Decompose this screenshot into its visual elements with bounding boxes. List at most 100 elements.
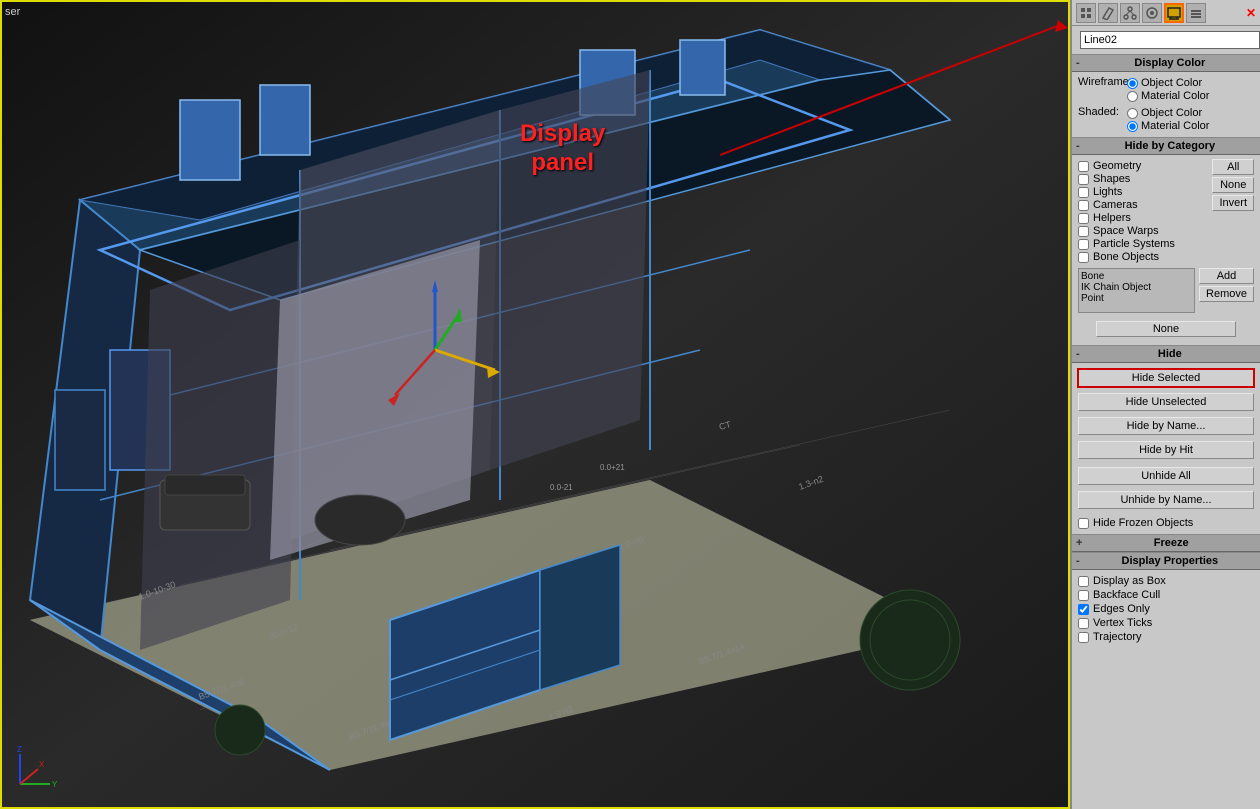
hide-section-header[interactable]: - Hide [1072, 345, 1260, 363]
trajectory-label: Trajectory [1093, 631, 1142, 643]
lights-row: Lights [1078, 186, 1204, 198]
panel-close-button[interactable]: ✕ [1246, 6, 1256, 20]
helpers-checkbox[interactable] [1078, 213, 1089, 224]
right-panel: ✕ Line02 - Display Color Wireframe: Obje… [1070, 0, 1260, 809]
space-warps-checkbox[interactable] [1078, 226, 1089, 237]
edges-only-row: Edges Only [1078, 603, 1254, 615]
hide-frozen-checkbox[interactable] [1078, 518, 1089, 529]
svg-text:0.0+21: 0.0+21 [600, 463, 625, 472]
hide-buttons-area: Hide Selected Hide Unselected Hide by Na… [1072, 363, 1260, 534]
object-name-input[interactable]: Line02 [1080, 31, 1260, 49]
display-properties-header[interactable]: - Display Properties [1072, 552, 1260, 570]
hierarchy-tab-icon[interactable] [1120, 3, 1140, 23]
backface-cull-checkbox[interactable] [1078, 590, 1089, 601]
all-button[interactable]: All [1212, 159, 1254, 175]
shaded-group: Shaded: Object Color Material Color [1078, 106, 1254, 133]
space-warps-label: Space Warps [1093, 225, 1159, 237]
category-buttons-col: All None Invert [1212, 159, 1254, 264]
freeze-expand: + [1076, 537, 1082, 549]
trajectory-checkbox[interactable] [1078, 632, 1089, 643]
geometry-row: Geometry [1078, 160, 1204, 172]
geometry-checkbox[interactable] [1078, 161, 1089, 172]
hide-by-hit-button[interactable]: Hide by Hit [1078, 441, 1254, 459]
lights-label: Lights [1093, 186, 1122, 198]
hide-unselected-button[interactable]: Hide Unselected [1078, 393, 1254, 411]
hide-selected-button[interactable]: Hide Selected [1078, 369, 1254, 387]
motion-tab-icon[interactable] [1142, 3, 1162, 23]
particle-systems-checkbox[interactable] [1078, 239, 1089, 250]
vertex-ticks-checkbox[interactable] [1078, 618, 1089, 629]
bone-label: Bone [1081, 271, 1192, 282]
display-properties-content: Display as Box Backface Cull Edges Only … [1072, 570, 1260, 648]
freeze-section-header[interactable]: + Freeze [1072, 534, 1260, 552]
invert-button[interactable]: Invert [1212, 195, 1254, 211]
svg-text:Z: Z [17, 745, 22, 754]
shaded-object-color-row: Object Color [1127, 107, 1209, 119]
backface-cull-row: Backface Cull [1078, 589, 1254, 601]
geometry-label: Geometry [1093, 160, 1141, 172]
shaded-label: Shaded: [1078, 106, 1123, 118]
svg-text:0.0-21: 0.0-21 [550, 483, 573, 492]
edges-only-checkbox[interactable] [1078, 604, 1089, 615]
bone-area: Bone IK Chain Object Point Add Remove [1078, 268, 1254, 313]
utilities-tab-icon[interactable] [1186, 3, 1206, 23]
display-properties-title: Display Properties [1084, 555, 1256, 567]
wireframe-material-color-label: Material Color [1141, 90, 1209, 102]
cameras-row: Cameras [1078, 199, 1204, 211]
display-as-box-checkbox[interactable] [1078, 576, 1089, 587]
bone-list: Bone IK Chain Object Point [1078, 268, 1195, 313]
ik-chain-label: IK Chain Object [1081, 282, 1192, 293]
display-color-header[interactable]: - Display Color [1072, 54, 1260, 72]
wireframe-material-color-radio[interactable] [1127, 91, 1138, 102]
shaded-options: Object Color Material Color [1127, 106, 1209, 133]
display-color-content: Wireframe: Object Color Material Color S… [1072, 72, 1260, 137]
panel-toolbar: ✕ [1072, 0, 1260, 26]
wireframe-object-color-label: Object Color [1141, 77, 1202, 89]
bone-objects-row: Bone Objects [1078, 251, 1204, 263]
main-layout: B5.7/11.4x6 B5.7/11.4x6 1.9 n2 B5.7/1.4x… [0, 0, 1260, 809]
shaded-object-color-radio[interactable] [1127, 108, 1138, 119]
shaded-material-color-radio[interactable] [1127, 121, 1138, 132]
add-button[interactable]: Add [1199, 268, 1254, 284]
unhide-by-name-button[interactable]: Unhide by Name... [1078, 491, 1254, 509]
create-tab-icon[interactable] [1076, 3, 1096, 23]
hide-collapse: - [1076, 348, 1080, 360]
wireframe-options: Object Color Material Color [1127, 76, 1209, 103]
hide-category-title: Hide by Category [1084, 140, 1256, 152]
shapes-checkbox[interactable] [1078, 174, 1089, 185]
space-warps-row: Space Warps [1078, 225, 1204, 237]
viewport[interactable]: B5.7/11.4x6 B5.7/11.4x6 1.9 n2 B5.7/1.4x… [0, 0, 1070, 809]
helpers-label: Helpers [1093, 212, 1131, 224]
vertex-ticks-label: Vertex Ticks [1093, 617, 1152, 629]
unhide-all-button[interactable]: Unhide All [1078, 467, 1254, 485]
svg-text:X: X [39, 760, 45, 769]
particle-systems-label: Particle Systems [1093, 238, 1175, 250]
modify-tab-icon[interactable] [1098, 3, 1118, 23]
lights-checkbox[interactable] [1078, 187, 1089, 198]
bone-objects-checkbox[interactable] [1078, 252, 1089, 263]
display-color-title: Display Color [1084, 57, 1256, 69]
shapes-row: Shapes [1078, 173, 1204, 185]
particle-systems-row: Particle Systems [1078, 238, 1204, 250]
hide-by-name-button[interactable]: Hide by Name... [1078, 417, 1254, 435]
shapes-label: Shapes [1093, 173, 1130, 185]
hide-category-header[interactable]: - Hide by Category [1072, 137, 1260, 155]
bone-objects-label: Bone Objects [1093, 251, 1159, 263]
shaded-material-color-label: Material Color [1141, 120, 1209, 132]
hide-frozen-row: Hide Frozen Objects [1078, 517, 1254, 529]
svg-text:ser: ser [5, 6, 21, 18]
none-bottom-button[interactable]: None [1096, 321, 1237, 337]
vertex-ticks-row: Vertex Ticks [1078, 617, 1254, 629]
none-category-button[interactable]: None [1212, 177, 1254, 193]
hide-category-row: Geometry Shapes Lights Cameras [1078, 159, 1254, 264]
trajectory-row: Trajectory [1078, 631, 1254, 643]
cameras-checkbox[interactable] [1078, 200, 1089, 211]
wireframe-object-color-radio[interactable] [1127, 78, 1138, 89]
point-label: Point [1081, 293, 1192, 304]
wireframe-group: Wireframe: Object Color Material Color [1078, 76, 1254, 103]
object-name-container: Line02 [1072, 26, 1260, 54]
remove-button[interactable]: Remove [1199, 286, 1254, 302]
display-tab-icon[interactable] [1164, 3, 1184, 23]
shaded-object-color-label: Object Color [1141, 107, 1202, 119]
svg-text:Y: Y [52, 780, 58, 789]
